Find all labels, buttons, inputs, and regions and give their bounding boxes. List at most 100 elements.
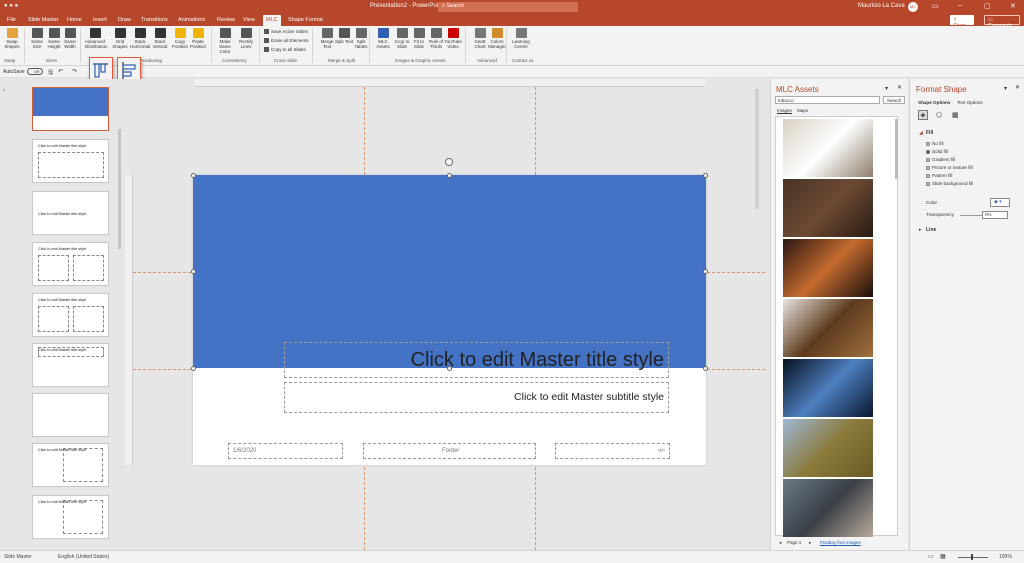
thumbnail-1[interactable] <box>32 87 109 131</box>
thumbnail-4[interactable]: Click to edit Master title style <box>32 242 109 286</box>
pane-options-icon[interactable]: ▾ <box>885 85 888 92</box>
resize-handle[interactable] <box>191 173 196 178</box>
sorter-view-icon[interactable]: ▦ <box>940 553 946 560</box>
fill-section-header[interactable]: Fill <box>926 130 933 136</box>
tab-transitions[interactable]: Transitions <box>141 17 168 23</box>
fill-option-picture-or-texture-fill[interactable]: Picture or texture fill <box>926 165 973 170</box>
close-pane-icon[interactable]: ✕ <box>897 84 902 91</box>
asset-image-1[interactable] <box>783 119 873 177</box>
zoom-level[interactable]: 100% <box>999 554 1012 560</box>
share-button[interactable]: ⇪ Share <box>950 15 974 29</box>
make-same-color-button[interactable]: Make Same Color <box>215 28 235 54</box>
line-section-header[interactable]: Line <box>926 227 936 233</box>
resize-handle[interactable] <box>447 173 452 178</box>
asset-image-4[interactable] <box>783 299 873 357</box>
user-name[interactable]: Mauricio La Cava <box>858 3 905 9</box>
subtitle-placeholder[interactable]: Click to edit Master subtitle style <box>284 382 669 413</box>
copy-to-all-slides-button[interactable]: Copy to all Slides <box>264 47 306 53</box>
pixabay-link[interactable]: Pixabay free images <box>820 540 861 545</box>
mlc-assets-button[interactable]: MLC Assets <box>373 28 393 49</box>
zoom-slider-thumb[interactable] <box>971 554 973 560</box>
fill-option-pattern-fill[interactable]: Pattern fill <box>926 173 952 178</box>
tab-view[interactable]: View <box>243 17 255 23</box>
tab-draw[interactable]: Draw <box>118 17 131 23</box>
stage-scrollbar[interactable] <box>755 89 759 209</box>
resize-handle[interactable] <box>703 366 708 371</box>
resize-handle[interactable] <box>703 173 708 178</box>
resize-handle[interactable] <box>191 366 196 371</box>
zoom-slider[interactable] <box>958 557 988 558</box>
save-active-slides-button[interactable]: Save Active Slides <box>264 29 308 35</box>
split-tables-button[interactable]: Split Tables <box>351 28 371 49</box>
tab-text-options[interactable]: Text Options <box>957 100 983 105</box>
mlc-scrollbar[interactable] <box>895 119 898 179</box>
status-language[interactable]: English (United States) <box>58 554 109 560</box>
youtube-video-button[interactable]: YouTube Video <box>443 28 463 49</box>
prev-page-icon[interactable]: ◂ <box>779 540 781 546</box>
paste-position-button[interactable]: Paste Position <box>188 28 208 49</box>
mlc-tab-maps[interactable]: Maps <box>797 108 808 113</box>
undo-icon[interactable]: ↶ <box>58 68 63 75</box>
tab-file[interactable]: File <box>7 17 16 23</box>
comments-button[interactable]: ▭ Comments <box>984 15 1020 29</box>
thumbnail-6[interactable]: Click to edit Master title style <box>32 343 109 387</box>
tab-insert[interactable]: Insert <box>93 17 107 23</box>
next-page-icon[interactable]: ▸ <box>809 540 811 546</box>
learning-centre-button[interactable]: Learning Centre <box>511 28 531 49</box>
slide-number-placeholder[interactable]: ‹#› <box>555 443 670 459</box>
tab-review[interactable]: Review <box>217 17 235 23</box>
line-section-expand-icon[interactable]: ▸ <box>919 227 922 233</box>
pane-options-icon[interactable]: ▾ <box>1004 85 1007 92</box>
swap-shapes-button[interactable]: Swap Shapes <box>2 28 22 49</box>
asset-image-6[interactable] <box>783 419 873 477</box>
normal-view-icon[interactable]: ▭ <box>928 553 934 560</box>
autosave-toggle[interactable]: Off <box>27 68 43 75</box>
slide-canvas[interactable]: Click to edit Master title style Click t… <box>193 175 706 465</box>
tab-shape-format[interactable]: Shape Format <box>288 17 323 23</box>
thumbnail-5[interactable]: Click to edit Master title style <box>32 293 109 337</box>
tab-animations[interactable]: Animations <box>178 17 205 23</box>
grid-shapes-button[interactable]: Grid Shapes <box>110 28 130 49</box>
colors-manager-button[interactable]: Colors Manager <box>487 28 507 49</box>
rotate-handle-icon[interactable] <box>445 158 453 166</box>
save-icon[interactable]: 🖫 <box>48 68 53 78</box>
same-width-button[interactable]: Same Width <box>60 28 80 49</box>
fill-option-solid-fill[interactable]: Solid fill <box>926 149 948 154</box>
fill-section-expand-icon[interactable]: ◢ <box>919 130 923 136</box>
transparency-input[interactable]: 0% <box>982 211 1008 219</box>
close-icon[interactable]: ✕ <box>1010 2 1016 10</box>
resize-handle[interactable] <box>703 269 708 274</box>
selected-rectangle-shape[interactable] <box>193 175 706 368</box>
mlc-search-button[interactable]: Search <box>883 96 905 104</box>
resize-handle[interactable] <box>447 366 452 371</box>
close-pane-icon[interactable]: ✕ <box>1015 84 1020 91</box>
advanced-distribution-button[interactable]: Advanced Distribution <box>85 28 108 49</box>
thumbnail-2[interactable]: Click to edit Master title style <box>32 139 109 183</box>
asset-image-5[interactable] <box>783 359 873 417</box>
mlc-tab-images[interactable]: Images <box>777 108 792 114</box>
thumbnail-3[interactable]: Click to edit Master title style <box>32 191 109 235</box>
thumbnail-9[interactable]: Click to edit Master title style <box>32 495 109 539</box>
effects-icon[interactable]: ⬠ <box>936 111 942 119</box>
transparency-slider[interactable] <box>960 215 982 216</box>
fill-line-icon[interactable]: ◈ <box>918 110 928 120</box>
ribbon-display-icon[interactable]: ▭ <box>932 2 939 10</box>
rectify-lines-button[interactable]: Rectify Lines <box>236 28 256 49</box>
fill-option-gradient-fill[interactable]: Gradient fill <box>926 157 955 162</box>
tab-shape-options[interactable]: Shape Options <box>918 100 950 105</box>
thumb-scrollbar[interactable] <box>118 129 121 249</box>
asset-image-7[interactable] <box>783 479 873 537</box>
stack-vertical-button[interactable]: Stack Vertical <box>150 28 170 49</box>
footer-placeholder[interactable]: Footer <box>363 443 536 459</box>
maximize-icon[interactable]: ▢ <box>984 2 991 10</box>
fill-option-slide-background-fill[interactable]: Slide background fill <box>926 181 973 186</box>
copy-position-button[interactable]: Copy Position <box>170 28 190 49</box>
fill-option-no-fill[interactable]: No fill <box>926 141 944 146</box>
date-placeholder[interactable]: 1/6/2020 <box>228 443 343 459</box>
tab-mlc[interactable]: MLC <box>263 15 281 26</box>
title-placeholder[interactable]: Click to edit Master title style <box>284 342 669 378</box>
tab-slide-master[interactable]: Slide Master <box>28 17 59 23</box>
thumbnail-8[interactable]: Click to edit Master title style <box>32 443 109 487</box>
erase-all-elements-button[interactable]: Erase all Elements <box>264 38 309 44</box>
mlc-search-input[interactable]: tobacco <box>775 96 880 104</box>
